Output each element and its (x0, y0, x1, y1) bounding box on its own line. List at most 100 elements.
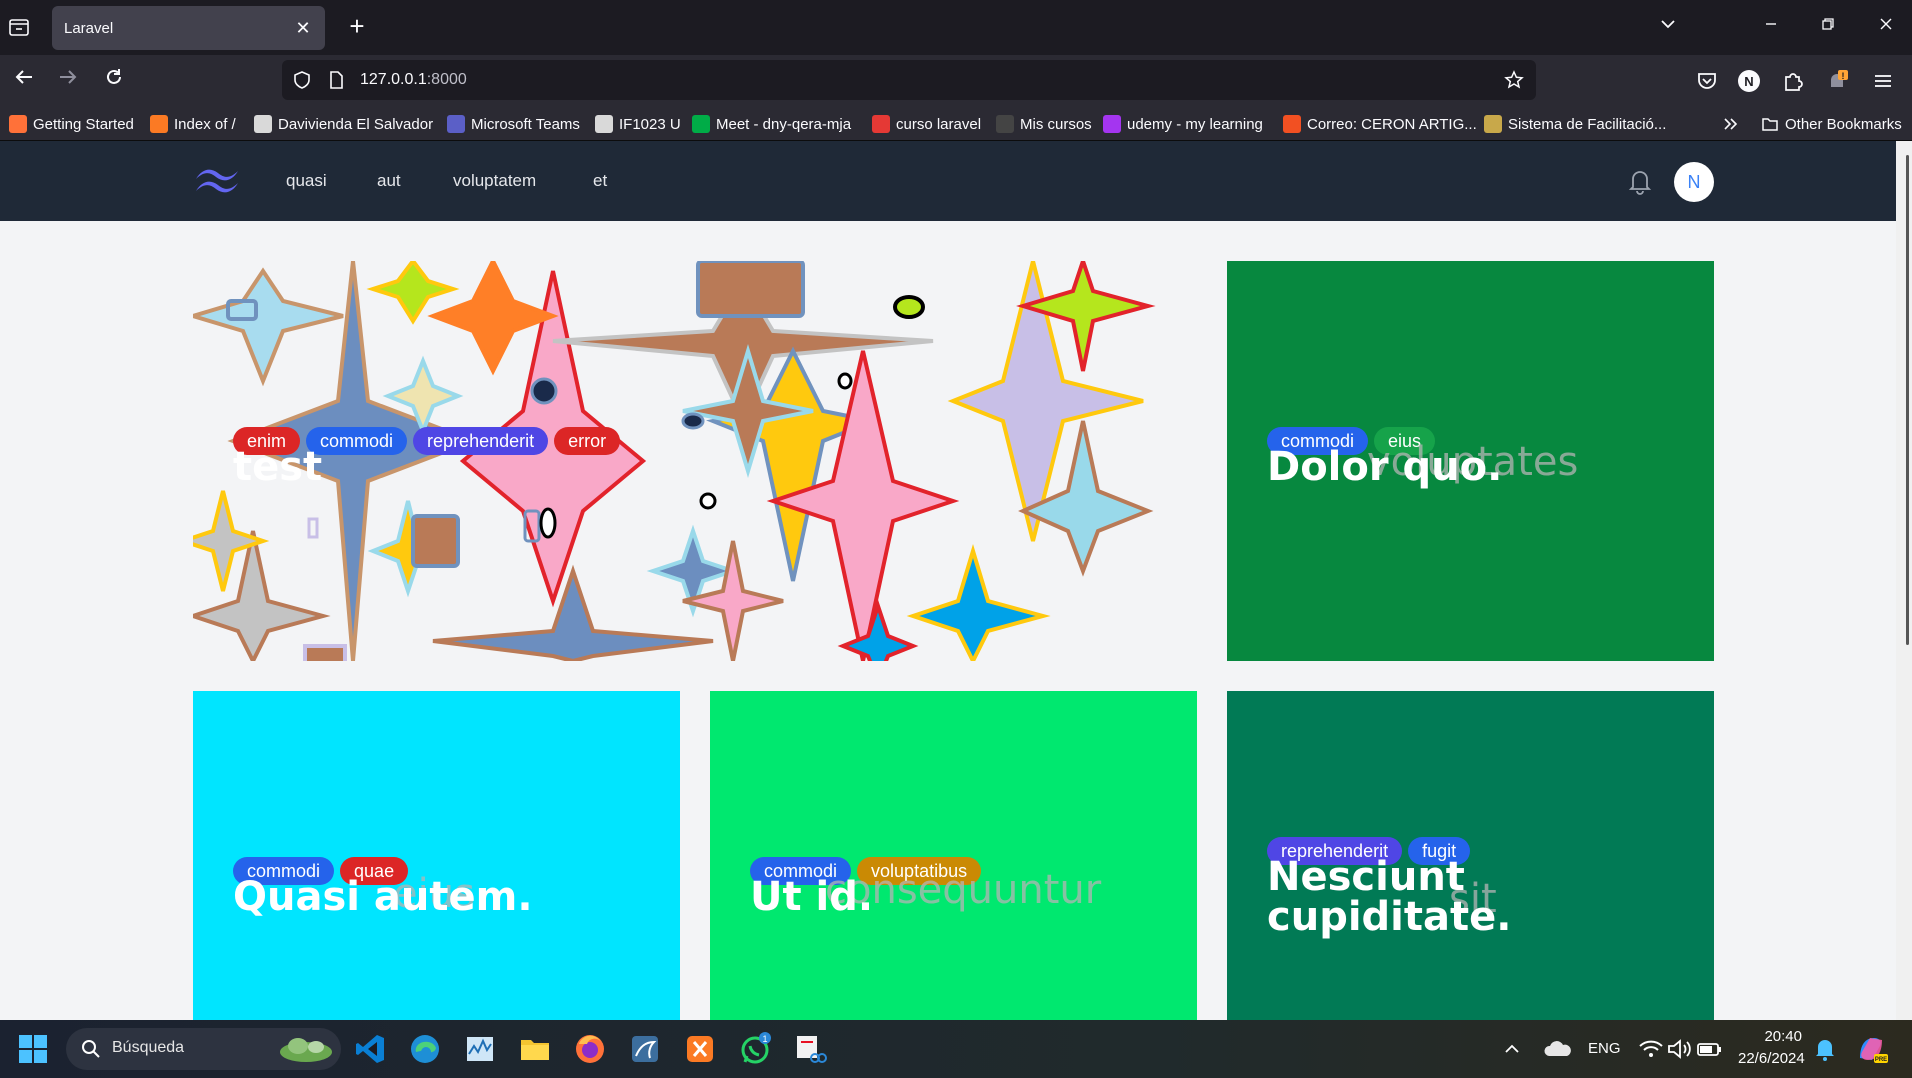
tailwind-logo-icon[interactable] (192, 163, 242, 199)
tab-overflow-chevron-icon[interactable] (1655, 14, 1681, 40)
post-card-body: reprehenderit fugit Nesciunt cupiditate. (1267, 837, 1527, 937)
post-title[interactable]: Dolor quo. (1267, 447, 1502, 487)
close-tab-icon[interactable]: ✕ (291, 16, 315, 40)
notifications-bell-icon[interactable] (1626, 166, 1654, 196)
notification-warning-icon[interactable]: ! (1824, 68, 1850, 94)
post-card-featured[interactable]: enim commodi reprehenderit error test (193, 261, 1168, 661)
file-explorer-icon[interactable] (518, 1032, 552, 1066)
bookmark-item[interactable]: IF1023 U (595, 113, 681, 135)
bookmarks-overflow-icon[interactable] (1722, 113, 1740, 135)
list-all-tabs-icon[interactable] (6, 14, 32, 40)
bookmark-item[interactable]: curso laravel (872, 113, 981, 135)
pocket-icon[interactable] (1694, 68, 1720, 94)
vscode-icon[interactable] (353, 1032, 387, 1066)
post-card[interactable]: sit reprehenderit fugit Nesciunt cupidit… (1227, 691, 1714, 1020)
post-title[interactable]: test (233, 447, 620, 487)
bookmark-item[interactable]: Microsoft Teams (447, 113, 580, 135)
browser-tab[interactable]: Laravel ✕ (52, 6, 325, 50)
bookmark-item[interactable]: udemy - my learning (1103, 113, 1263, 135)
task-manager-icon[interactable] (463, 1032, 497, 1066)
url-bar[interactable]: 127.0.0.1:8000 (282, 60, 1536, 100)
input-language[interactable]: ENG (1588, 1040, 1621, 1057)
back-icon[interactable] (8, 65, 40, 97)
bookmark-label: Index of / (174, 115, 236, 133)
url-text[interactable]: 127.0.0.1:8000 (360, 71, 467, 89)
bookmark-item[interactable]: Meet - dny-qera-mja (692, 113, 851, 135)
whatsapp-icon[interactable]: 1 (738, 1032, 772, 1066)
bookmarks-toolbar: Getting Started Index of / Davivienda El… (0, 107, 1912, 141)
bookmark-item[interactable]: Index of / (150, 113, 236, 135)
bank-icon (254, 115, 272, 133)
page-scrollbar-thumb[interactable] (1906, 155, 1909, 645)
page-info-icon[interactable] (326, 70, 346, 90)
copilot-icon[interactable]: PRE (1854, 1032, 1888, 1066)
udemy-icon (1103, 115, 1121, 133)
web-page: quasi aut voluptatem et N enim commodi r… (0, 141, 1912, 1020)
close-window-icon[interactable] (1873, 14, 1899, 40)
app-navigation: quasi aut voluptatem et N (0, 141, 1896, 221)
bookmark-label: Getting Started (33, 115, 134, 133)
taskbar-search[interactable]: Búsqueda (66, 1028, 341, 1070)
bookmark-label: Microsoft Teams (471, 115, 580, 133)
firefox-taskbar-icon[interactable] (573, 1032, 607, 1066)
page-scrollbar[interactable] (1896, 141, 1912, 1020)
other-bookmarks-label: Other Bookmarks (1785, 115, 1902, 133)
nav-link-quasi[interactable]: quasi (286, 171, 327, 191)
url-port: :8000 (426, 71, 467, 88)
forward-icon[interactable] (52, 65, 84, 97)
svg-text:N: N (1744, 74, 1753, 89)
post-title[interactable]: Ut id. (750, 877, 981, 917)
post-card[interactable]: consequuntur commodi voluptatibus Ut id. (710, 691, 1197, 1020)
nav-link-et[interactable]: et (593, 171, 607, 191)
bookmark-star-icon[interactable] (1504, 70, 1524, 90)
bookmark-label: Sistema de Facilitació... (1508, 115, 1667, 133)
snipping-tool-icon[interactable] (793, 1032, 827, 1066)
svg-text:PRE: PRE (1875, 1057, 1887, 1063)
restore-icon[interactable] (1815, 14, 1841, 40)
notification-bell-icon[interactable] (1812, 1032, 1838, 1066)
post-card[interactable]: voluptates commodi eius Dolor quo. (1227, 261, 1714, 661)
clock-date[interactable]: 22/6/2024 (1738, 1050, 1805, 1067)
menu-hamburger-icon[interactable] (1870, 68, 1896, 94)
laravel-icon (872, 115, 890, 133)
other-bookmarks[interactable]: Other Bookmarks (1761, 113, 1902, 135)
user-avatar[interactable]: N (1674, 162, 1714, 202)
post-card-body: commodi eius Dolor quo. (1267, 427, 1502, 487)
battery-icon[interactable] (1694, 1032, 1724, 1066)
edge-icon[interactable] (408, 1032, 442, 1066)
bookmark-label: IF1023 U (619, 115, 681, 133)
clock-time[interactable]: 20:40 (1738, 1028, 1802, 1045)
volume-icon[interactable] (1664, 1032, 1694, 1066)
bookmark-item[interactable]: Correo: CERON ARTIG... (1283, 113, 1477, 135)
nav-link-aut[interactable]: aut (377, 171, 401, 191)
bookmark-item[interactable]: Mis cursos (996, 113, 1092, 135)
minimize-icon[interactable] (1758, 14, 1784, 40)
search-highlight-icon (280, 1038, 332, 1062)
account-avatar-icon[interactable]: N (1736, 68, 1762, 94)
show-hidden-icons-chevron-icon[interactable] (1500, 1032, 1524, 1066)
xampp-icon (150, 115, 168, 133)
google-meet-icon (692, 115, 710, 133)
post-title[interactable]: Quasi autem. (233, 877, 533, 917)
onedrive-cloud-icon[interactable] (1541, 1032, 1575, 1066)
new-tab-icon[interactable]: + (343, 12, 371, 40)
reload-icon[interactable] (98, 65, 130, 97)
bookmark-item[interactable]: Sistema de Facilitació... (1484, 113, 1666, 135)
bookmark-label: Correo: CERON ARTIG... (1307, 115, 1477, 133)
extensions-icon[interactable] (1780, 68, 1806, 94)
bookmark-label: Mis cursos (1020, 115, 1092, 133)
bookmark-item[interactable]: Getting Started (9, 113, 134, 135)
xampp-taskbar-icon[interactable] (683, 1032, 717, 1066)
windows-start-icon[interactable] (16, 1032, 50, 1066)
bookmark-item[interactable]: Davivienda El Salvador (254, 113, 433, 135)
post-card-body: commodi voluptatibus Ut id. (750, 857, 982, 917)
tracking-protection-shield-icon[interactable] (292, 70, 312, 90)
bookmark-label: Meet - dny-qera-mja (716, 115, 852, 133)
browser-navigation-bar: 127.0.0.1:8000 N ! (0, 55, 1912, 107)
post-card[interactable]: eius commodi quae Quasi autem. (193, 691, 680, 1020)
post-card-body: enim commodi reprehenderit error test (233, 427, 621, 487)
wifi-icon[interactable] (1636, 1032, 1666, 1066)
mysql-workbench-icon[interactable] (628, 1032, 662, 1066)
post-title[interactable]: Nesciunt cupiditate. (1267, 857, 1527, 937)
nav-link-voluptatem[interactable]: voluptatem (453, 171, 536, 191)
